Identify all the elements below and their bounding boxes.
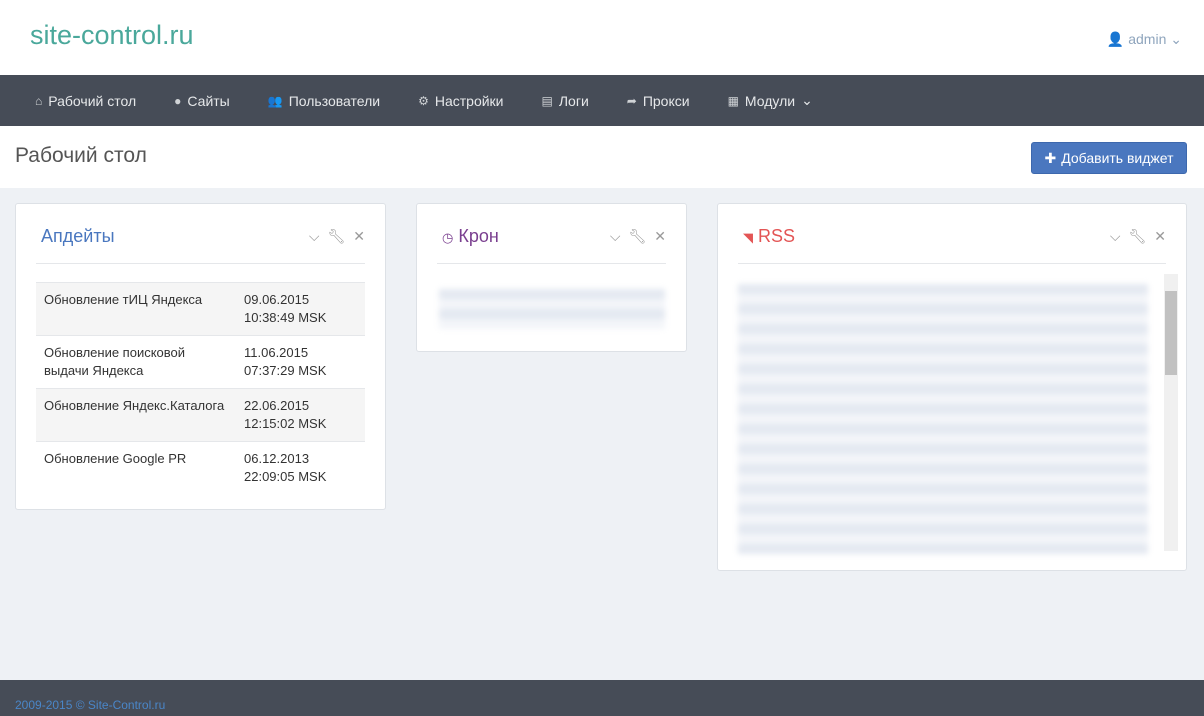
nav-item[interactable]: ● Сайты: [174, 93, 230, 109]
nav-item[interactable]: ⚙ Настройки: [418, 93, 503, 109]
main-nav: ⌂ Рабочий стол ● Сайты 👥 Пользователи ⚙ Настрой…: [0, 75, 1204, 126]
updates-table: Обновление тИЦ Яндекса 09.06.2015 10:38:49…: [36, 282, 365, 494]
nav-label: Модули: [744, 92, 796, 109]
widget-rss: ◥ RSS ⌵ 🔧︎ ✕: [717, 203, 1187, 571]
update-datetime: 09.06.2015 10:38:49 MSK: [236, 282, 365, 336]
page-header: Рабочий стол ✚ Добавить виджет: [0, 126, 1204, 188]
page-title: Рабочий стол: [15, 144, 147, 167]
user-name: admin: [1128, 31, 1167, 47]
widget-cron: ◷ Крон ⌵ 🔧︎ ✕: [416, 203, 687, 352]
wrench-icon[interactable]: 🔧︎: [628, 228, 646, 245]
nav-label: Логи: [558, 92, 589, 109]
table-row: Обновление поисковой выдачи Яндекса 11.06…: [36, 335, 365, 389]
nav-label: Прокси: [642, 92, 690, 109]
file-icon: ▤: [541, 93, 553, 108]
close-icon[interactable]: ✕: [353, 228, 365, 245]
update-time: 10:38:49 MSK: [244, 310, 327, 325]
collapse-icon[interactable]: ⌵: [309, 228, 320, 245]
logo[interactable]: site-control.ru: [30, 20, 194, 51]
update-datetime: 11.06.2015 07:37:29 MSK: [236, 335, 365, 389]
footer-copyright[interactable]: 2009-2015 © Site-Control.ru: [15, 698, 165, 712]
nav-label: Пользователи: [288, 92, 381, 109]
table-row: Обновление тИЦ Яндекса 09.06.2015 10:38:49…: [36, 282, 365, 336]
collapse-icon[interactable]: ⌵: [1110, 228, 1121, 245]
widget-title: RSS: [758, 226, 796, 246]
user-icon: 👤: [1106, 31, 1125, 47]
chevron-down-icon: ⌄: [1170, 31, 1182, 47]
update-date: 11.06.2015: [244, 345, 309, 360]
wrench-icon[interactable]: 🔧︎: [1128, 228, 1146, 245]
update-name: Обновление поисковой выдачи Яндекса: [36, 335, 236, 389]
nav-label: Сайты: [187, 92, 230, 109]
home-icon: ⌂: [35, 93, 43, 108]
add-widget-button[interactable]: ✚ Добавить виджет: [1031, 142, 1187, 174]
collapse-icon[interactable]: ⌵: [610, 228, 621, 245]
wrench-icon[interactable]: 🔧︎: [327, 228, 345, 245]
update-date: 09.06.2015: [244, 292, 310, 307]
update-datetime: 22.06.2015 12:15:02 MSK: [236, 388, 365, 442]
plus-icon: ✚: [1044, 149, 1057, 166]
update-date: 06.12.2013: [244, 451, 310, 466]
users-icon: 👥: [267, 93, 283, 108]
gear-icon: ⚙: [418, 93, 429, 108]
share-icon: ➦: [626, 93, 637, 108]
table-row: Обновление Яндекс.Каталога 22.06.2015 12:1…: [36, 388, 365, 442]
update-date: 22.06.2015: [244, 398, 310, 413]
widget-title: Апдейты: [41, 226, 115, 246]
update-time: 22:09:05 MSK: [244, 469, 327, 484]
widget-updates: Апдейты ⌵ 🔧︎ ✕ Обновление тИЦ Яндекса 09.06…: [15, 203, 386, 510]
nav-label: Настройки: [434, 92, 504, 109]
rss-scrollbar[interactable]: [1164, 274, 1178, 551]
rss-icon: ◥: [743, 230, 753, 245]
update-name: Обновление тИЦ Яндекса: [36, 282, 236, 336]
nav-item[interactable]: ▦ Модули ⌄: [728, 92, 813, 109]
grid-icon: ▦: [727, 93, 739, 108]
update-datetime: 06.12.2013 22:09:05 MSK: [236, 441, 365, 494]
footer: 2009-2015 © Site-Control.ru: [0, 680, 1204, 716]
close-icon[interactable]: ✕: [1154, 228, 1166, 245]
header: site-control.ru 👤 admin ⌄: [0, 0, 1204, 75]
scrollbar-thumb[interactable]: [1165, 291, 1177, 375]
close-icon[interactable]: ✕: [654, 228, 666, 245]
update-time: 12:15:02 MSK: [244, 416, 327, 431]
globe-icon: ●: [174, 93, 182, 108]
update-name: Обновление Google PR: [36, 441, 236, 494]
nav-item[interactable]: 👥 Пользователи: [268, 93, 380, 109]
cron-content-blurred: [439, 289, 665, 329]
update-time: 07:37:29 MSK: [244, 363, 327, 378]
widget-title: Крон: [458, 226, 499, 246]
nav-item[interactable]: ▤ Логи: [542, 93, 589, 109]
table-row: Обновление Google PR 06.12.2013 22:09:05 M…: [36, 441, 365, 494]
user-menu[interactable]: 👤 admin ⌄: [1107, 31, 1182, 48]
update-name: Обновление Яндекс.Каталога: [36, 388, 236, 442]
nav-label: Рабочий стол: [48, 92, 137, 109]
chevron-down-icon: ⌄: [801, 92, 813, 108]
nav-item[interactable]: ⌂ Рабочий стол: [35, 93, 136, 109]
rss-content-blurred: [738, 284, 1148, 554]
nav-item[interactable]: ➦ Прокси: [627, 93, 690, 109]
clock-icon: ◷: [442, 230, 454, 245]
